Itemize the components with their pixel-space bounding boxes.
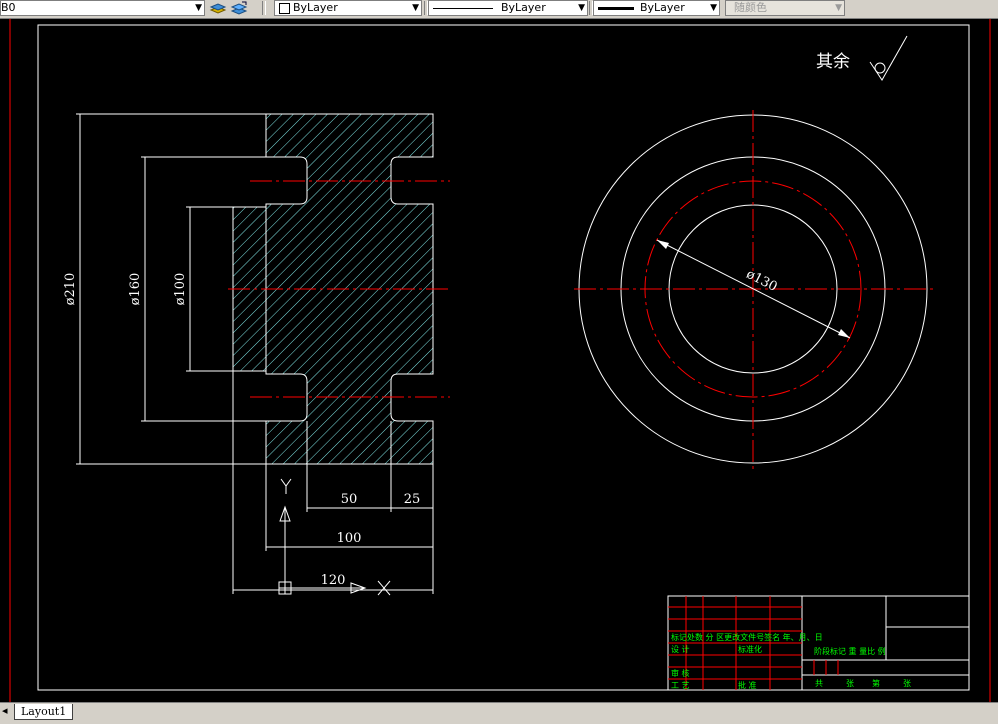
properties-toolbar: B0 ▼ ByLayer ▼ ByLayer ▼ ByLayer ▼ 随颜色 ▼	[0, 0, 998, 19]
title-page: 第	[872, 678, 880, 688]
layer-name: B0	[1, 1, 16, 14]
lineweight-value: ByLayer	[640, 1, 685, 14]
lineweight-preview	[598, 7, 634, 10]
dim-100-label: ø100	[173, 273, 188, 306]
drawing-svg[interactable]: 其余 ø210 ø160 ø100 50 25 100 120 ø130 标记处…	[0, 19, 998, 702]
dim-160-label: ø160	[128, 273, 143, 306]
linetype-value: ByLayer	[501, 1, 546, 14]
tab-layout1-label: Layout1	[21, 705, 67, 718]
title-sheets: 张	[846, 679, 854, 688]
tab-layout1[interactable]: Layout1	[14, 704, 74, 720]
dim-diameter-100	[186, 206, 233, 372]
title-total: 共	[815, 679, 823, 688]
dim-25-label: 25	[404, 492, 421, 507]
roughness-label: 其余	[816, 52, 850, 72]
color-combo[interactable]: ByLayer ▼	[274, 0, 422, 16]
title-header: 标记处数 分 区更改文件号签名 年、月、日	[671, 632, 823, 642]
color-value: ByLayer	[293, 1, 338, 14]
drawing-canvas[interactable]: 其余 ø210 ø160 ø100 50 25 100 120 ø130 标记处…	[0, 19, 998, 702]
chevron-down-icon: ▼	[195, 3, 202, 13]
color-swatch-icon	[279, 3, 290, 14]
dim-210-label: ø210	[63, 273, 78, 306]
plotstyle-value: 随颜色	[734, 1, 767, 14]
title-stage: 阶段标记 重 量比 例	[814, 646, 886, 656]
title-process: 工 艺	[671, 681, 690, 690]
layer-previous-button[interactable]	[230, 0, 248, 16]
lineweight-combo[interactable]: ByLayer ▼	[593, 0, 720, 16]
section-view: ø210 ø160 ø100 50 25 100 120	[63, 113, 450, 594]
linetype-combo[interactable]: ByLayer ▼	[428, 0, 588, 16]
dim-100w-label: 100	[337, 531, 362, 546]
chevron-down-icon: ▼	[412, 3, 419, 13]
layout-tab-bar: ◂ Layout1	[0, 702, 998, 724]
front-view: ø130	[574, 110, 935, 470]
chevron-down-icon: ▼	[835, 3, 842, 13]
title-design: 设 计	[671, 644, 690, 654]
dim-120-label: 120	[321, 573, 346, 588]
title-block: 标记处数 分 区更改文件号签名 年、月、日 设 计 标准化 审 核 工 艺 批 …	[667, 595, 970, 691]
plotstyle-combo: 随颜色 ▼	[725, 0, 845, 16]
dim-130-label: ø130	[744, 267, 780, 295]
title-sheets-2: 张	[903, 679, 911, 688]
chevron-down-icon: ▼	[710, 3, 717, 13]
drawing-frame	[37, 24, 970, 691]
toolbar-separator	[262, 1, 266, 15]
surface-roughness-icon	[869, 35, 908, 81]
layers-previous-icon	[230, 1, 248, 15]
title-approve: 批 准	[738, 680, 757, 690]
dim-50-label: 50	[341, 492, 358, 507]
linetype-preview	[433, 8, 493, 9]
title-standardize: 标准化	[738, 644, 762, 654]
layers-stack-icon	[209, 3, 227, 14]
layer-combo[interactable]: B0 ▼	[0, 0, 205, 16]
tab-scroll-arrow-icon[interactable]: ◂	[2, 704, 8, 717]
make-layer-current-button[interactable]	[209, 0, 227, 16]
chevron-down-icon: ▼	[578, 3, 585, 13]
title-review: 审 核	[671, 668, 690, 678]
